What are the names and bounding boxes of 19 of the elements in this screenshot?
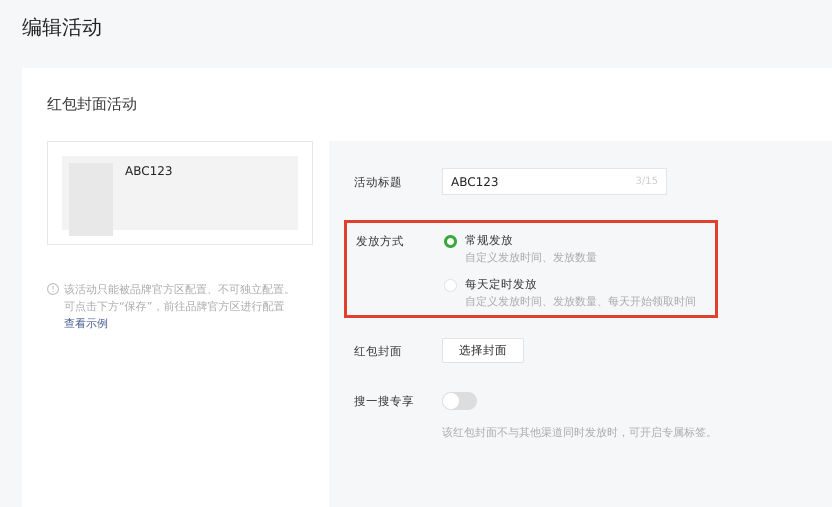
- field-label: 搜一搜专享: [354, 393, 415, 410]
- notice-text: 该活动只能被品牌官方区配置、不可独立配置。: [64, 282, 295, 298]
- option-label: 每天定时发放: [465, 276, 538, 293]
- example-link[interactable]: 查看示例: [64, 315, 108, 332]
- option-description: 自定义发放时间、发放数量、每天开始领取时间: [465, 294, 696, 310]
- field-label: 活动标题: [354, 174, 403, 190]
- preview-name: ABC123: [125, 163, 173, 180]
- radio-button[interactable]: [444, 235, 457, 248]
- page-title: 编辑活动: [22, 14, 103, 40]
- toggle-switch[interactable]: [442, 392, 477, 410]
- option-description: 自定义发放时间、发放数量: [465, 250, 597, 266]
- field-label: 红包封面: [354, 342, 403, 360]
- option-label: 常规发放: [465, 232, 514, 249]
- info-icon: [47, 283, 59, 295]
- hint-text: 该红包封面不与其他渠道同时发放时，可开启专属标签。: [442, 425, 718, 440]
- section-title: 红包封面活动: [47, 94, 138, 114]
- select-cover-button[interactable]: 选择封面: [442, 338, 524, 363]
- notice-text: 可点击下方“保存”，前往品牌官方区进行配置: [64, 299, 286, 315]
- field-label: 发放方式: [356, 233, 405, 250]
